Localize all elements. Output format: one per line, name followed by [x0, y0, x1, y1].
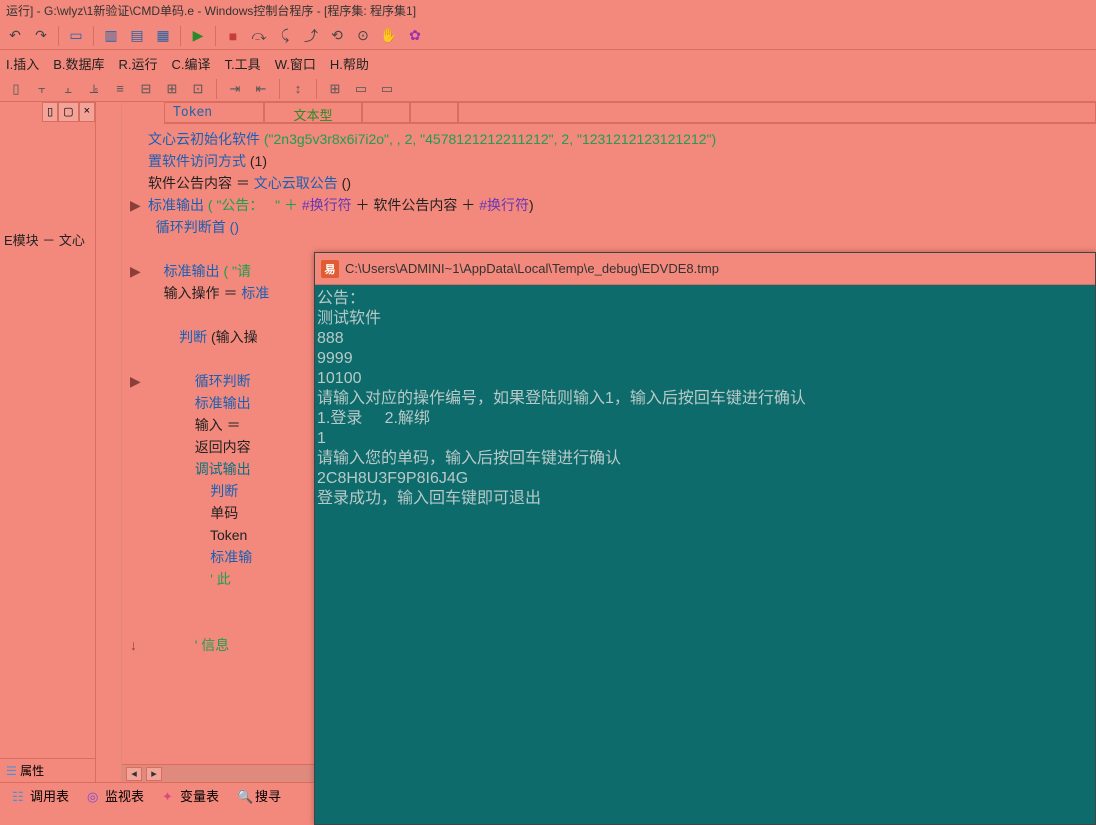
console-line: 1 — [315, 429, 1095, 449]
align8-icon[interactable]: ⊡ — [188, 79, 208, 99]
console-line: 请输入您的单码，输入后按回车键进行确认 — [315, 449, 1095, 469]
separator — [93, 26, 94, 46]
align2-icon[interactable]: ⫟ — [32, 79, 52, 99]
th-c5 — [458, 102, 1096, 123]
redo-icon[interactable]: ↷ — [30, 25, 52, 47]
tab-label: 调用表 — [30, 786, 69, 805]
t5-icon[interactable]: ▭ — [351, 79, 371, 99]
tab-search[interactable]: 🔍 搜寻 — [229, 783, 289, 808]
undo-icon[interactable]: ↶ — [4, 25, 26, 47]
align4-icon[interactable]: ⫡ — [84, 79, 104, 99]
menu-database[interactable]: B.数据库 — [53, 54, 104, 73]
breakpoint-icon[interactable]: ⊙ — [352, 25, 374, 47]
align1-icon[interactable]: ▯ — [6, 79, 26, 99]
vars-icon: ✦ — [162, 789, 176, 803]
separator — [216, 79, 217, 99]
separator — [215, 26, 216, 46]
console-line: 9999 — [315, 349, 1095, 369]
console-line: 公告： — [315, 289, 1095, 309]
separator — [316, 79, 317, 99]
tab-calltable[interactable]: ☷ 调用表 — [4, 783, 77, 808]
layout1-icon[interactable]: ▥ — [100, 25, 122, 47]
menu-help[interactable]: H.帮助 — [330, 54, 369, 73]
step-over-icon[interactable]: ⤼ — [248, 25, 270, 47]
menu-run[interactable]: R.运行 — [119, 54, 158, 73]
side-panel-tabs: ▯ ▢ × — [42, 102, 95, 122]
align3-icon[interactable]: ⫠ — [58, 79, 78, 99]
tab-label: 搜寻 — [255, 786, 281, 805]
tab-label: 监视表 — [105, 786, 144, 805]
side-module-label: E模块 － 文心 — [4, 230, 85, 249]
code-line[interactable]: 软件公告内容 ＝ 文心云取公告 () — [130, 172, 1096, 194]
scroll-right-icon[interactable]: ▸ — [146, 767, 162, 781]
menu-bar: I.插入 B.数据库 R.运行 C.编译 T.工具 W.窗口 H.帮助 — [0, 50, 1096, 76]
t2-icon[interactable]: ⇤ — [251, 79, 271, 99]
side-tab-label: 属性 — [20, 764, 44, 778]
console-app-icon: 易 — [321, 260, 339, 278]
th-c4 — [410, 102, 458, 123]
console-title: C:\Users\ADMINI~1\AppData\Local\Temp\e_d… — [345, 261, 719, 276]
code-line[interactable]: 循环判断首 () — [130, 216, 1096, 238]
properties-icon: ☰ — [6, 764, 17, 778]
console-line: 测试软件 — [315, 309, 1095, 329]
hand-icon[interactable]: ✋ — [378, 25, 400, 47]
layout3-icon[interactable]: ▦ — [152, 25, 174, 47]
tab-watch[interactable]: ◎ 监视表 — [79, 783, 152, 808]
align7-icon[interactable]: ⊞ — [162, 79, 182, 99]
step-icon[interactable]: ⟲ — [326, 25, 348, 47]
tab-label: 变量表 — [180, 786, 219, 805]
menu-insert[interactable]: I.插入 — [6, 54, 39, 73]
gutter — [96, 102, 122, 782]
code-line[interactable]: 置软件访问方式 (1) — [130, 150, 1096, 172]
side-tab-1[interactable]: ▯ — [42, 102, 58, 122]
side-tab-2[interactable]: ▢ — [58, 102, 78, 122]
format-toolbar: ▯ ⫟ ⫠ ⫡ ≡ ⊟ ⊞ ⊡ ⇥ ⇤ ↕ ⊞ ▭ ▭ — [0, 76, 1096, 102]
t6-icon[interactable]: ▭ — [377, 79, 397, 99]
separator — [279, 79, 280, 99]
menu-tools[interactable]: T.工具 — [225, 54, 261, 73]
menu-window[interactable]: W.窗口 — [275, 54, 316, 73]
scroll-left-icon[interactable]: ◂ — [126, 767, 142, 781]
run-icon[interactable]: ▶ — [187, 25, 209, 47]
console-window: 易 C:\Users\ADMINI~1\AppData\Local\Temp\e… — [314, 252, 1096, 825]
code-line[interactable]: 文心云初始化软件 ("2n3g5v3r8x6i7i2o", , 2, "4578… — [130, 128, 1096, 150]
console-line: 请输入对应的操作编号，如果登陆则输入1，输入后按回车键进行确认 — [315, 389, 1095, 409]
side-tab-close[interactable]: × — [79, 102, 95, 122]
step-out-icon[interactable]: ⤴ — [300, 25, 322, 47]
th-name: Token — [164, 102, 264, 123]
step-into-icon[interactable]: ⤹ — [274, 25, 296, 47]
console-line: 10100 — [315, 369, 1095, 389]
t1-icon[interactable]: ⇥ — [225, 79, 245, 99]
console-line: 888 — [315, 329, 1095, 349]
console-line: 2C8H8U3F9P8I6J4G — [315, 469, 1095, 489]
main-toolbar: ↶ ↷ ▭ ▥ ▤ ▦ ▶ ■ ⤼ ⤹ ⤴ ⟲ ⊙ ✋ ✿ — [0, 22, 1096, 50]
watch-icon: ◎ — [87, 789, 101, 803]
align5-icon[interactable]: ≡ — [110, 79, 130, 99]
console-output[interactable]: 公告： 测试软件 888 9999 10100 请输入对应的操作编号，如果登陆则… — [315, 285, 1095, 509]
var-table-header: Token 文本型 — [164, 102, 1096, 124]
layout2-icon[interactable]: ▤ — [126, 25, 148, 47]
window-title: 运行] - G:\wlyz\1新验证\CMD单码.e - Windows控制台程… — [0, 0, 1096, 22]
th-type: 文本型 — [264, 102, 362, 123]
console-line: 登录成功，输入回车键即可退出 — [315, 489, 1095, 509]
stop-icon[interactable]: ■ — [222, 25, 244, 47]
calltable-icon: ☷ — [12, 789, 26, 803]
window-icon[interactable]: ▭ — [65, 25, 87, 47]
th-c3 — [362, 102, 410, 123]
code-line[interactable]: ▶标准输出 ( "公告： " ＋ #换行符 ＋ 软件公告内容 ＋ #换行符) — [130, 194, 1096, 216]
console-titlebar[interactable]: 易 C:\Users\ADMINI~1\AppData\Local\Temp\e… — [315, 253, 1095, 285]
t4-icon[interactable]: ⊞ — [325, 79, 345, 99]
t3-icon[interactable]: ↕ — [288, 79, 308, 99]
search-icon: 🔍 — [237, 789, 251, 803]
side-panel: ▯ ▢ × E模块 － 文心 ☰ 属性 — [0, 102, 96, 782]
separator — [180, 26, 181, 46]
console-line: 1.登录 2.解绑 — [315, 409, 1095, 429]
tool1-icon[interactable]: ✿ — [404, 25, 426, 47]
side-tab-properties[interactable]: ☰ 属性 — [0, 758, 95, 782]
tab-vars[interactable]: ✦ 变量表 — [154, 783, 227, 808]
separator — [58, 26, 59, 46]
align6-icon[interactable]: ⊟ — [136, 79, 156, 99]
menu-compile[interactable]: C.编译 — [172, 54, 211, 73]
